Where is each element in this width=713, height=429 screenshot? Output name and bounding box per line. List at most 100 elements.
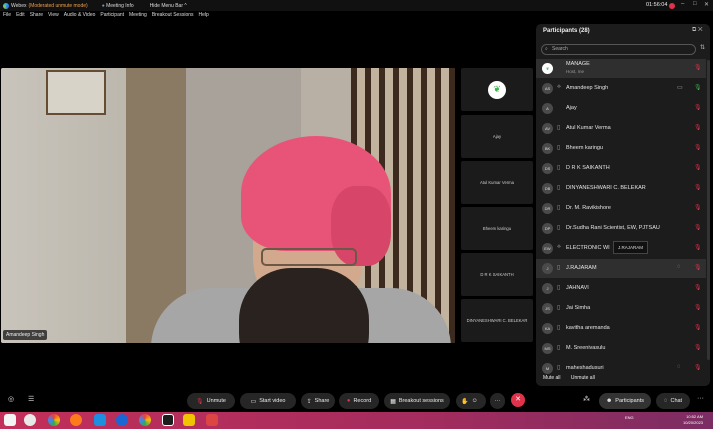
microphone-icon[interactable]: 🎙 xyxy=(694,244,702,251)
reactions-group[interactable]: ✋ ☺ xyxy=(456,393,486,409)
start-video-button[interactable]: ▭ Start video xyxy=(240,393,296,409)
app-icon[interactable] xyxy=(206,414,218,426)
record-button[interactable]: ● Record xyxy=(339,393,379,409)
participant-row[interactable]: MS ▯ M. Sreenivasulu 🎙 xyxy=(536,339,706,358)
layout-icon[interactable]: ⁂ xyxy=(583,395,590,403)
participants-button[interactable]: ☻ Participants xyxy=(599,393,651,409)
avatar: A xyxy=(542,103,553,114)
chat-button[interactable]: ◌ Chat xyxy=(656,393,690,409)
search-taskbar-icon[interactable] xyxy=(24,414,36,426)
microphone-icon[interactable]: 🎙 xyxy=(694,204,702,211)
microphone-icon[interactable]: 🎙 xyxy=(694,344,702,351)
chat-options-icon[interactable]: ☰ xyxy=(28,395,34,403)
audio-connection-icon[interactable]: ◎ xyxy=(8,395,14,403)
microphone-icon[interactable]: 🎙 xyxy=(694,184,702,191)
microphone-icon[interactable]: 🎙 xyxy=(694,104,702,111)
menu-breakout-sessions[interactable]: Breakout Sessions xyxy=(152,12,194,22)
sort-icon[interactable]: ⇅ xyxy=(700,44,705,51)
thumbnail-video[interactable]: Atul Kumar Verma xyxy=(461,161,533,204)
menu-audio-video[interactable]: Audio & Video xyxy=(64,12,96,22)
thumbnail-video[interactable]: Bheem karingu xyxy=(461,207,533,250)
participant-row[interactable]: JS ▯ Jai Simha 🎙 xyxy=(536,299,706,318)
emoji-icon[interactable]: ☺ xyxy=(472,398,478,404)
microphone-icon[interactable]: 🎙 xyxy=(694,164,702,171)
participant-row[interactable]: DR ▯ Dr. M. Ravikishore 🎙 xyxy=(536,199,706,218)
microphone-icon[interactable]: 🎙 xyxy=(694,324,702,331)
close-panel-icon[interactable]: ✕ xyxy=(698,27,703,33)
menu-help[interactable]: Help xyxy=(199,12,209,22)
microphone-icon[interactable]: 🎙 xyxy=(694,84,702,91)
participant-row[interactable]: DS ▯ D R K SAIKANTH 🎙 xyxy=(536,159,706,178)
close-button[interactable]: ✕ xyxy=(704,1,709,8)
file-explorer-icon[interactable] xyxy=(183,414,195,426)
speaker-name-label: Amandeep Singh xyxy=(3,330,48,340)
microphone-icon[interactable]: 🎙 xyxy=(694,144,702,151)
microphone-icon[interactable]: 🎙 xyxy=(694,364,702,371)
menu-view[interactable]: View xyxy=(48,12,59,22)
microphone-icon[interactable]: 🎙 xyxy=(694,304,702,311)
thumbnail-video[interactable]: ❦ xyxy=(461,68,533,111)
edge-icon[interactable] xyxy=(116,414,128,426)
participant-row[interactable]: J ▯ J.RAJARAM ◌ 🎙 xyxy=(536,259,706,278)
end-call-button[interactable]: ✕ xyxy=(511,393,525,407)
start-video-label: Start video xyxy=(259,398,286,404)
speaker-beard xyxy=(239,268,369,343)
chat-icon: ◌ xyxy=(663,398,668,404)
menu-edit[interactable]: Edit xyxy=(16,12,25,22)
participant-name: kavitha aremanda xyxy=(566,325,610,331)
participant-search-input[interactable]: ⌕ Search xyxy=(541,44,696,55)
chrome-icon-2[interactable] xyxy=(139,414,151,426)
hand-raise-icon[interactable]: ✋ xyxy=(461,398,468,405)
thumbnail-video[interactable]: DINYANESHWARI C. BELEKAR xyxy=(461,299,533,342)
taskbar-clock[interactable]: 10:52 AM 10/20/2023 xyxy=(683,414,703,425)
unmute-all-button[interactable]: Unmute all xyxy=(571,375,595,381)
participant-row[interactable]: AS ⟡ Amandeep Singh ▭ 🎙 xyxy=(536,79,706,98)
menu-meeting[interactable]: Meeting xyxy=(129,12,147,22)
menu-file[interactable]: File xyxy=(3,12,11,22)
microphone-icon[interactable]: 🎙 xyxy=(694,64,702,71)
participant-row[interactable]: ❦ MANAGE Host, me 🎙 xyxy=(536,59,706,78)
more-options-button[interactable]: ··· xyxy=(490,393,505,409)
maximize-button[interactable]: □ xyxy=(693,1,697,7)
device-icon: ▯ xyxy=(557,345,561,351)
popout-icon[interactable]: ⧉ xyxy=(692,27,696,33)
participant-row[interactable]: DB ▯ DINYANESHWARI C. BELEKAR 🎙 xyxy=(536,179,706,198)
participant-row[interactable]: AV ▯ Atul Kumar Verma 🎙 xyxy=(536,119,706,138)
participant-row[interactable]: BK ▯ Bheem karingu 🎙 xyxy=(536,139,706,158)
skype-icon[interactable] xyxy=(94,414,106,426)
language-indicator[interactable]: ENG xyxy=(625,415,634,420)
main-video[interactable]: Amandeep Singh xyxy=(1,68,455,343)
more-panels-icon[interactable]: ··· xyxy=(697,395,704,402)
minimize-button[interactable]: – xyxy=(681,1,684,7)
webex-taskbar-icon[interactable] xyxy=(162,414,174,426)
microphone-icon[interactable]: 🎙 xyxy=(694,124,702,131)
microphone-icon[interactable]: 🎙 xyxy=(694,224,702,231)
microphone-icon[interactable]: 🎙 xyxy=(694,284,702,291)
participants-label: Participants xyxy=(615,398,645,404)
participant-scrollbar[interactable] xyxy=(707,60,710,360)
participant-row[interactable]: A Ajay 🎙 xyxy=(536,99,706,118)
start-icon[interactable] xyxy=(4,414,16,426)
windows-taskbar: ENG 10:52 AM 10/20/2023 xyxy=(0,412,713,429)
firefox-icon[interactable] xyxy=(70,414,82,426)
participant-row[interactable]: KA ▯ kavitha aremanda 🎙 xyxy=(536,319,706,338)
thumbnail-video[interactable]: Ajay xyxy=(461,115,533,158)
participant-row[interactable]: DP ▯ Dr.Sudha Rani Scientist, EW, PJTSAU 🎙 xyxy=(536,219,706,238)
breakout-sessions-button[interactable]: ▦ Breakout sessions xyxy=(384,393,450,409)
participant-row[interactable]: J ▯ JAHNAVI 🎙 xyxy=(536,279,706,298)
menu-share[interactable]: Share xyxy=(30,12,43,22)
thumbnail-video[interactable]: D R K SAIKANTH xyxy=(461,253,533,296)
microphone-icon[interactable]: 🎙 xyxy=(694,264,702,271)
unmute-button[interactable]: 🎙 Unmute xyxy=(187,393,235,409)
breakout-icon: ▦ xyxy=(390,398,396,405)
avatar: KA xyxy=(542,323,553,334)
hide-menu-bar-button[interactable]: Hide Menu Bar ^ xyxy=(150,3,187,9)
thumbnail-name: Bheem karingu xyxy=(482,226,512,231)
participants-panel: Participants (28) ⧉ ✕ ⌕ Search ⇅ ❦ MANAGE… xyxy=(536,24,710,386)
chrome-icon[interactable] xyxy=(48,414,60,426)
meeting-info-button[interactable]: ● Meeting Info xyxy=(102,3,134,9)
menu-participant[interactable]: Participant xyxy=(100,12,124,22)
device-icon: ▯ xyxy=(557,365,561,371)
share-button[interactable]: ⇪ Share xyxy=(301,393,335,409)
mute-all-button[interactable]: Mute all xyxy=(543,375,561,381)
